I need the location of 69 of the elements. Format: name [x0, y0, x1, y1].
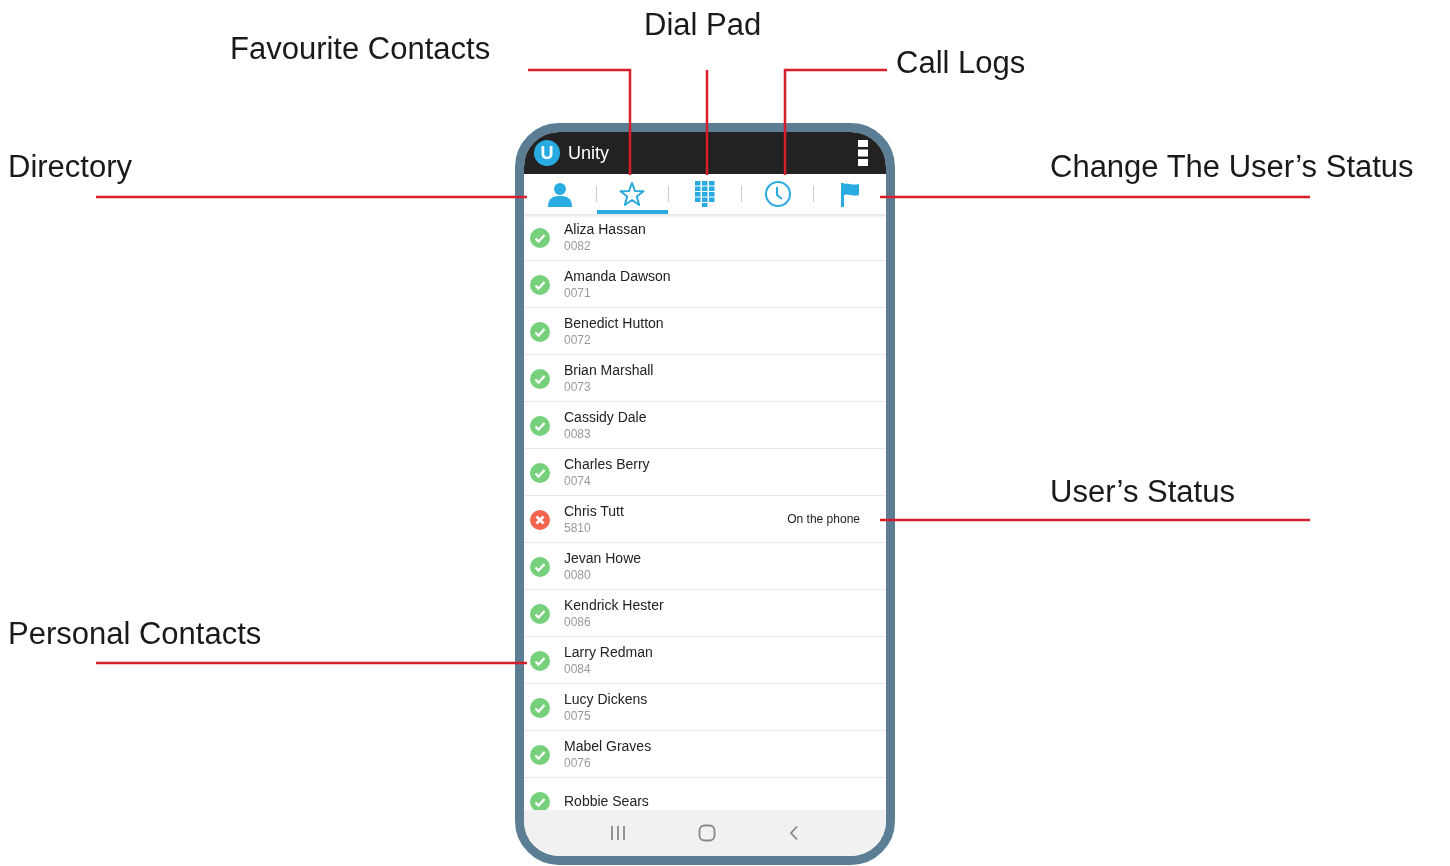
contact-number: 0082 [564, 239, 592, 253]
contact-name: Kendrick Hester [564, 597, 665, 613]
available-status-icon [530, 463, 550, 483]
back-icon[interactable] [788, 825, 800, 841]
available-status-icon [530, 275, 550, 295]
contact-row[interactable]: Charles Berry 0074 [524, 449, 886, 496]
contact-number: 0072 [564, 333, 592, 347]
contact-name: Mabel Graves [564, 738, 653, 754]
busy-status-icon [530, 510, 550, 530]
flag-icon [840, 181, 861, 207]
contact-number: 0083 [564, 427, 592, 441]
dialpad-icon [695, 181, 715, 207]
available-status-icon [530, 557, 550, 577]
star-icon [619, 181, 646, 207]
contact-row[interactable]: Lucy Dickens 0075 [524, 684, 886, 731]
contact-row[interactable]: Chris Tutt 5810 On the phone [524, 496, 886, 543]
callout-label: Dial Pad [644, 6, 762, 44]
menu-icon[interactable] [858, 140, 868, 166]
contact-number: 0071 [564, 286, 592, 300]
available-status-icon [530, 745, 550, 765]
contact-number: 0084 [564, 662, 592, 676]
contact-name: Robbie Sears [564, 793, 650, 809]
available-status-icon [530, 228, 550, 248]
available-status-icon [530, 604, 550, 624]
contact-name: Amanda Dawson [564, 268, 672, 284]
clock-icon [763, 180, 792, 208]
contact-number: 5810 [564, 521, 592, 535]
contact-number: 0076 [564, 756, 592, 770]
contact-row[interactable]: Jevan Howe 0080 [524, 543, 886, 590]
contact-row[interactable]: Benedict Hutton 0072 [524, 308, 886, 355]
available-status-icon [530, 792, 550, 810]
available-status-icon [530, 322, 550, 342]
contact-name: Larry Redman [564, 644, 654, 660]
callout-label: Personal Contacts [8, 615, 262, 653]
contact-number: 0086 [564, 615, 592, 629]
app-logo: U [534, 140, 560, 166]
contact-row[interactable]: Larry Redman 0084 [524, 637, 886, 684]
app-title: Unity [568, 142, 610, 164]
contact-row[interactable]: Brian Marshall 0073 [524, 355, 886, 402]
contact-number: 0075 [564, 709, 592, 723]
available-status-icon [530, 369, 550, 389]
callout-label: Favourite Contacts [230, 30, 491, 68]
contact-name: Jevan Howe [564, 550, 643, 566]
contact-number: 0080 [564, 568, 592, 582]
available-status-icon [530, 651, 550, 671]
callout-label: Change The User’s Status [1050, 148, 1414, 186]
available-status-icon [530, 698, 550, 718]
contact-name: Lucy Dickens [564, 691, 649, 707]
contact-number: 0074 [564, 474, 592, 488]
callout-label: Call Logs [896, 44, 1026, 82]
contact-name: Chris Tutt [564, 503, 625, 519]
status-text: On the phone [787, 512, 860, 526]
contact-row[interactable]: Kendrick Hester 0086 [524, 590, 886, 637]
contact-name: Benedict Hutton [564, 315, 665, 331]
contact-name: Charles Berry [564, 456, 651, 472]
available-status-icon [530, 416, 550, 436]
contact-row[interactable]: Mabel Graves 0076 [524, 731, 886, 778]
contact-number: 0073 [564, 380, 592, 394]
recent-apps-icon[interactable] [610, 825, 626, 841]
contact-row[interactable]: Cassidy Dale 0083 [524, 402, 886, 449]
person-icon [546, 181, 573, 207]
callout-label: Directory [8, 148, 132, 186]
home-icon[interactable] [698, 824, 716, 842]
contact-row[interactable]: Amanda Dawson 0071 [524, 261, 886, 308]
contact-name: Cassidy Dale [564, 409, 648, 425]
contact-name: Aliza Hassan [564, 221, 647, 237]
contact-name: Brian Marshall [564, 362, 655, 378]
callout-label: User’s Status [1050, 473, 1235, 511]
contact-row[interactable]: Aliza Hassan 0082 [524, 214, 886, 261]
